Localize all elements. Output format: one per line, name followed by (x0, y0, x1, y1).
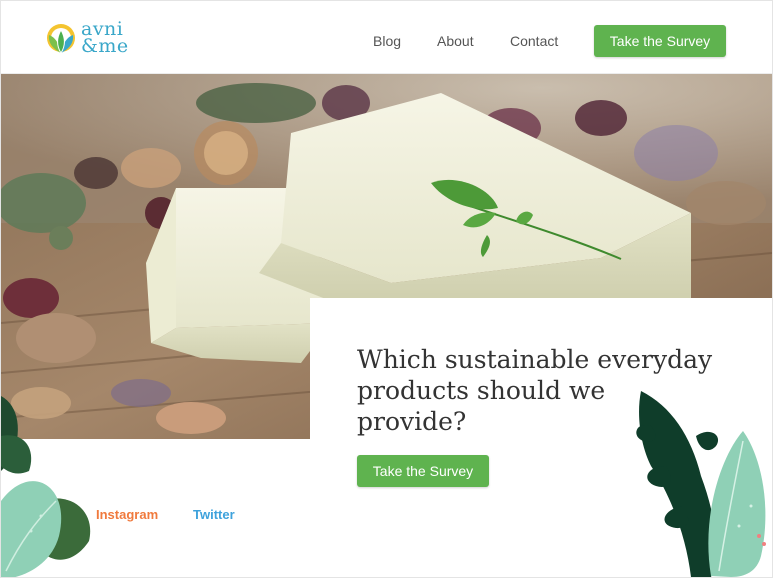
take-survey-button[interactable]: Take the Survey (357, 455, 489, 487)
logo-wordmark: avni &me (81, 20, 129, 57)
site-logo[interactable]: avni &me (45, 20, 145, 59)
twitter-link[interactable]: Twitter (193, 507, 235, 522)
instagram-link[interactable]: Instagram (96, 507, 158, 522)
decorative-leaves-right-icon (636, 391, 766, 577)
nav-contact[interactable]: Contact (510, 33, 558, 49)
page-frame: avni &me Blog About Contact Take the Sur… (0, 0, 773, 578)
site-header: avni &me Blog About Contact Take the Sur… (1, 1, 772, 74)
nav-blog[interactable]: Blog (373, 33, 401, 49)
take-survey-header-button[interactable]: Take the Survey (594, 25, 726, 57)
decorative-leaves-left-icon (1, 396, 91, 577)
logo-line-2: &me (81, 35, 129, 57)
nav-about[interactable]: About (437, 33, 474, 49)
lotus-logo-icon (47, 24, 75, 54)
